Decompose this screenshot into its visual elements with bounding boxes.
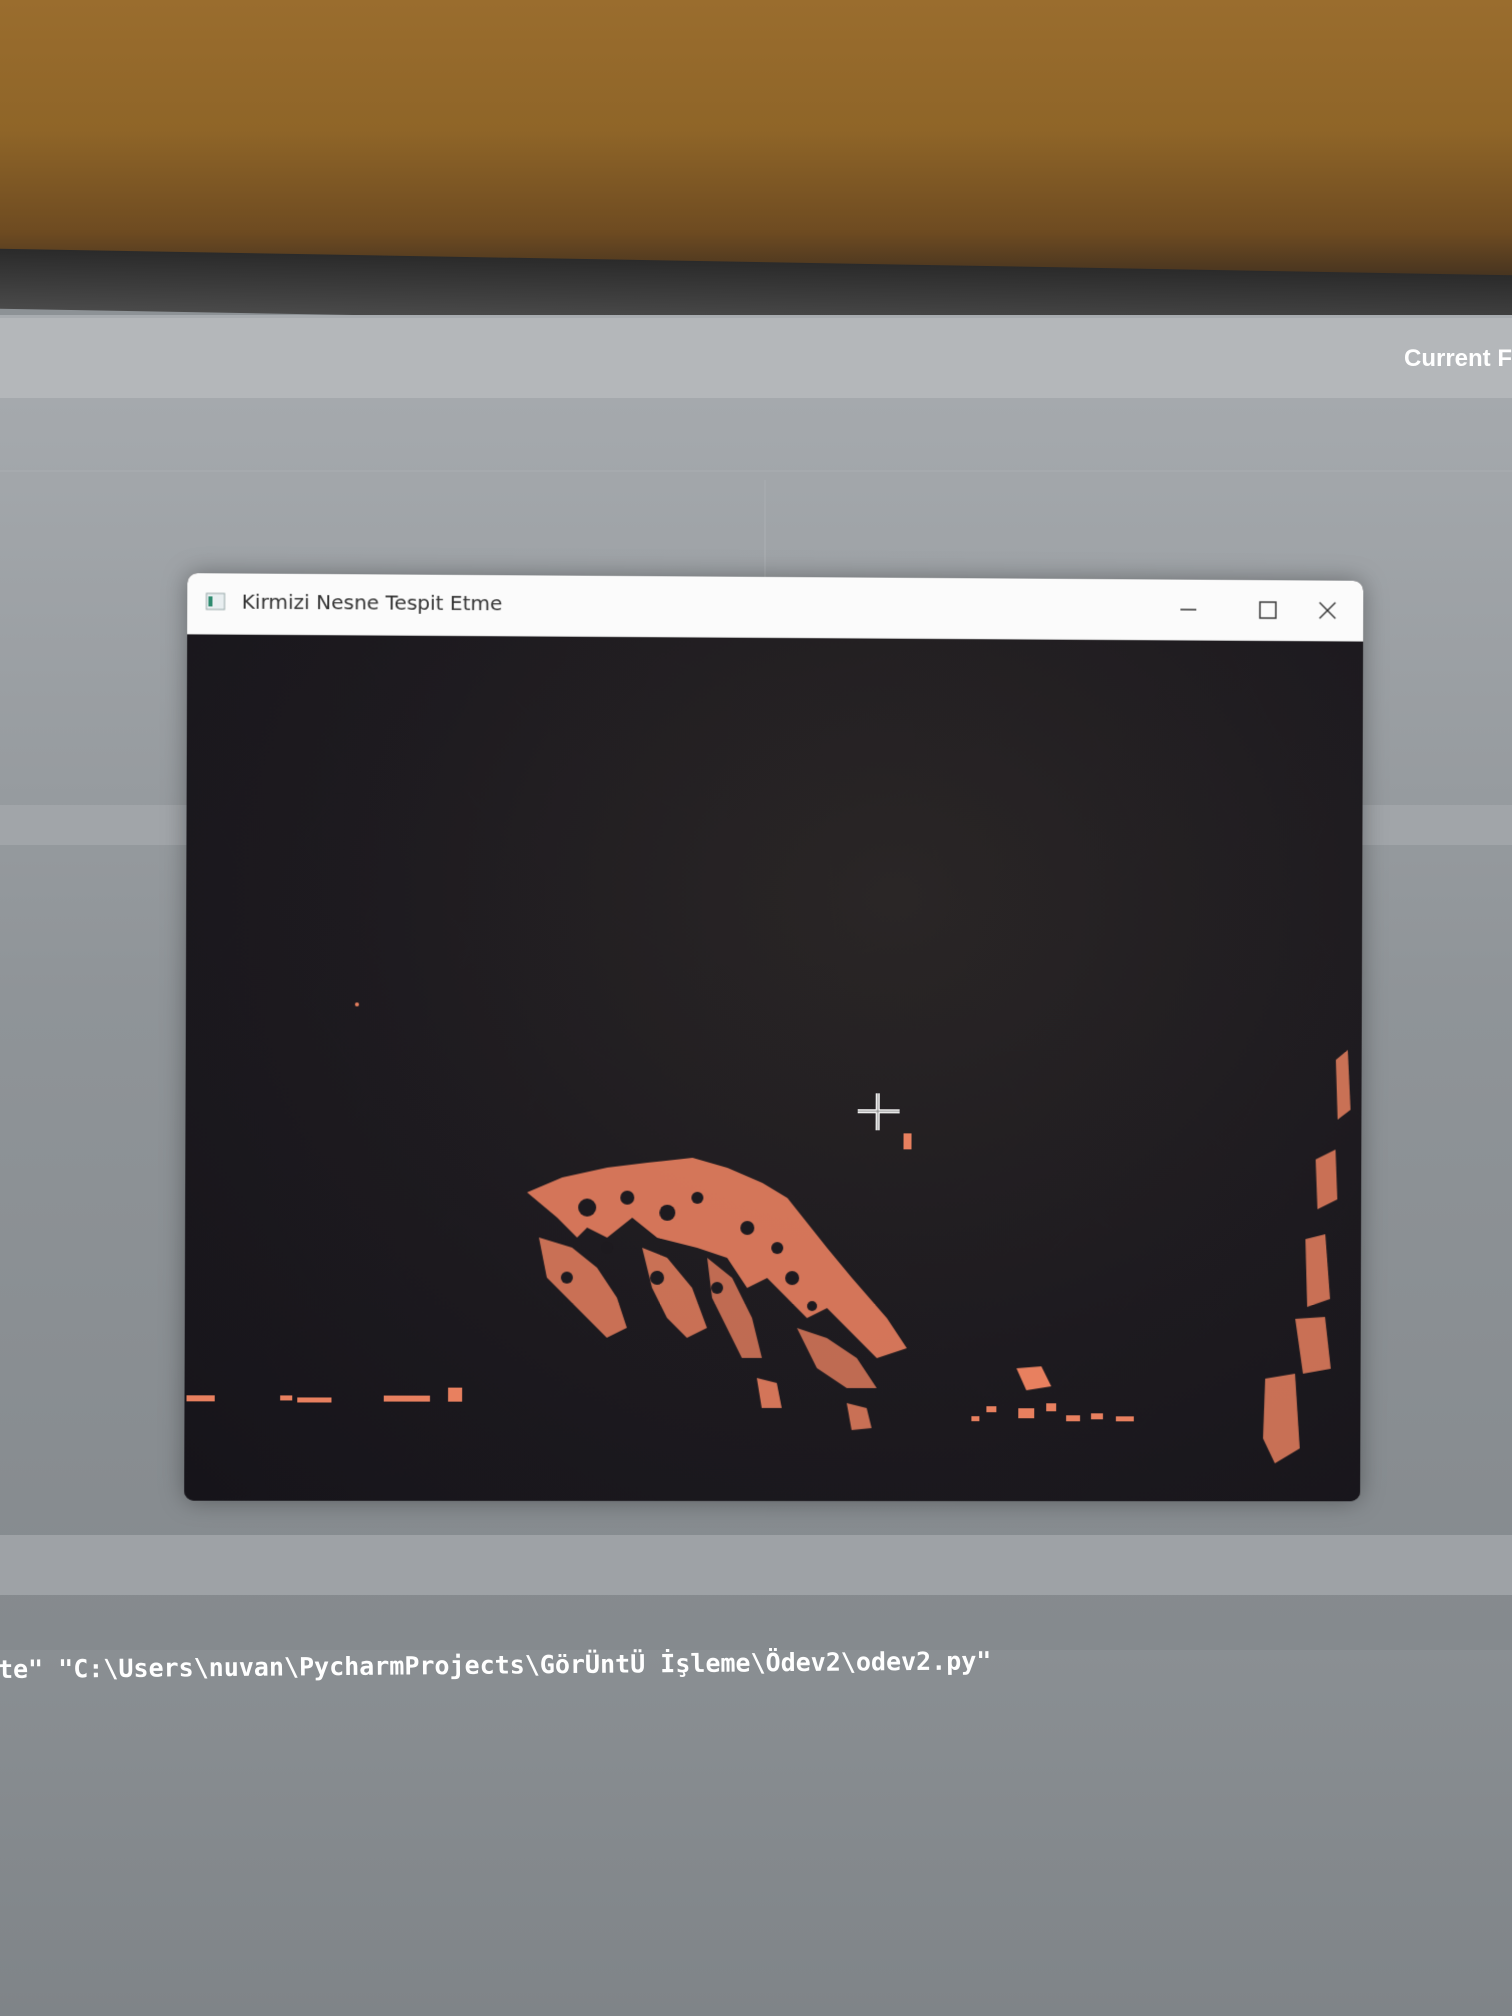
detected-speckles-mid <box>903 1133 1134 1422</box>
detected-red-regions <box>186 1002 1351 1464</box>
minimize-button[interactable] <box>1148 579 1228 639</box>
minimize-icon <box>1177 599 1199 621</box>
red-mask-frame <box>184 634 1364 1502</box>
close-button[interactable] <box>1288 580 1364 640</box>
crosshair-cursor-icon <box>858 1094 901 1132</box>
detected-strip-right <box>1262 1049 1351 1464</box>
panel-divider-horizontal <box>0 470 1512 472</box>
detected-speckles-left <box>186 1002 463 1403</box>
panel-divider-vertical[interactable] <box>764 480 766 580</box>
top-bar-label[interactable]: Current F <box>1404 345 1512 373</box>
ide-panel-band-lower <box>0 1535 1512 1595</box>
ide-top-bar <box>0 318 1512 398</box>
window-title: Kirmizi Nesne Tespit Etme <box>241 589 503 616</box>
terminal-panel[interactable] <box>0 1650 1512 2016</box>
maximize-icon <box>1257 599 1279 621</box>
close-icon <box>1317 599 1339 621</box>
opencv-window[interactable]: Kirmizi Nesne Tespit Etme <box>184 573 1364 1502</box>
wall-background <box>0 0 1512 290</box>
window-titlebar[interactable]: Kirmizi Nesne Tespit Etme <box>187 573 1364 642</box>
window-app-icon <box>205 591 225 611</box>
